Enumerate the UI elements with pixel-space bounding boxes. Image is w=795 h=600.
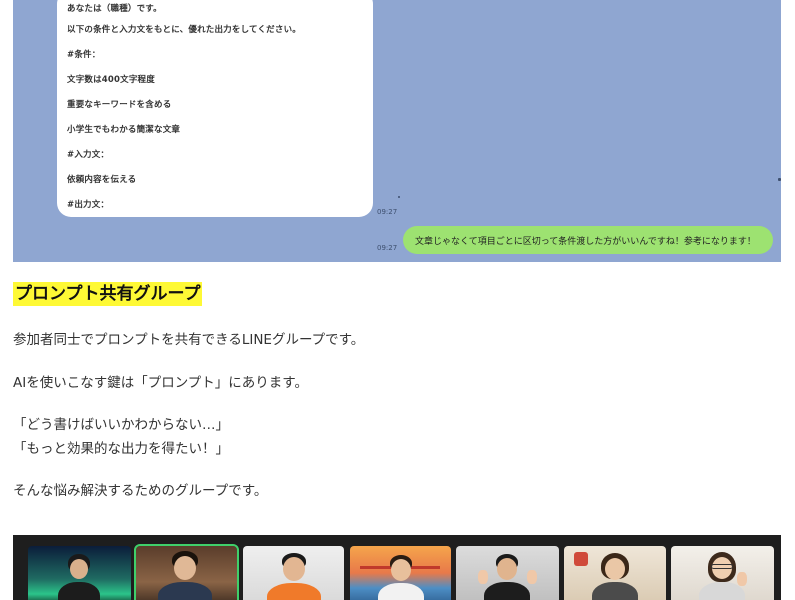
participant-tile	[671, 546, 774, 600]
quote-line: 「もっと効果的な出力を得たい！」	[13, 441, 229, 457]
message-line: #条件：	[67, 50, 101, 60]
message-line: 重要なキーワードを含める	[67, 100, 172, 110]
participant-tile-active	[134, 544, 239, 600]
message-line: 小学生でもわかる簡潔な文章	[67, 125, 181, 135]
quote-line: 「どう書けばいいかわからない…」	[13, 417, 229, 433]
message-timestamp: 09:27	[377, 208, 398, 216]
message-line: #出力文：	[67, 200, 110, 210]
scroll-marker	[778, 178, 781, 181]
message-timestamp: 09:27	[377, 244, 398, 252]
read-indicator	[398, 196, 400, 198]
participant-tile	[28, 546, 131, 600]
sent-message-text: 文章じゃなくて項目ごとに区切って条件渡した方がいいんですね！参考になります！	[415, 237, 756, 247]
paragraph: そんな悩み解決するためのグループです。	[13, 483, 268, 499]
paragraph: 参加者同士でプロンプトを共有できるLINEグループです。	[13, 332, 365, 348]
video-call-screenshot	[13, 535, 781, 600]
message-line: 依頼内容を伝える	[67, 175, 137, 185]
participant-tile	[350, 546, 451, 600]
message-line: あなたは（職種）です。	[67, 4, 162, 14]
section-heading: プロンプト共有グループ	[13, 282, 203, 306]
participant-tile	[456, 546, 559, 600]
line-chat-screenshot: あなたは（職種）です。 以下の条件と入力文をもとに、優れた出力をしてください。 …	[13, 0, 781, 262]
participant-tile	[564, 546, 666, 600]
message-line: 文字数は400文字程度	[67, 75, 155, 85]
paragraph: AIを使いこなす鍵は「プロンプト」にあります。	[13, 375, 308, 391]
sent-message-bubble: 文章じゃなくて項目ごとに区切って条件渡した方がいいんですね！参考になります！	[403, 226, 773, 254]
message-line: 以下の条件と入力文をもとに、優れた出力をしてください。	[67, 25, 301, 35]
received-message-bubble: あなたは（職種）です。 以下の条件と入力文をもとに、優れた出力をしてください。 …	[57, 0, 373, 217]
participant-tile	[243, 546, 344, 600]
message-line: #入力文：	[67, 150, 110, 160]
